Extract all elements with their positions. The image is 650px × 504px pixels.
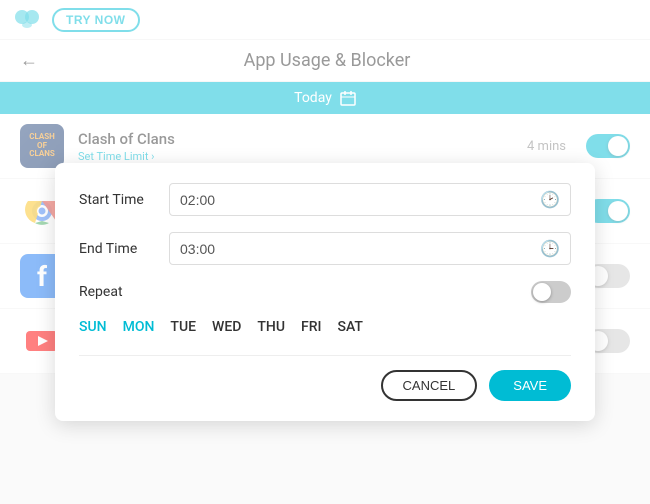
- cancel-button[interactable]: CANCEL: [381, 370, 478, 401]
- repeat-toggle[interactable]: [531, 281, 571, 303]
- time-limit-modal: Start Time 🕑 End Time 🕒 Repeat SUN MON T…: [55, 163, 595, 421]
- day-wed[interactable]: WED: [212, 319, 241, 335]
- end-time-clock-icon[interactable]: 🕒: [540, 239, 560, 258]
- end-time-input[interactable]: [180, 241, 540, 257]
- end-time-label: End Time: [79, 241, 169, 257]
- start-time-clock-icon[interactable]: 🕑: [540, 190, 560, 209]
- repeat-label: Repeat: [79, 284, 531, 300]
- save-button[interactable]: SAVE: [489, 370, 571, 401]
- start-time-input[interactable]: [180, 192, 540, 208]
- end-time-input-wrap[interactable]: 🕒: [169, 232, 571, 265]
- start-time-row: Start Time 🕑: [79, 183, 571, 216]
- day-fri[interactable]: FRI: [301, 319, 322, 335]
- start-time-input-wrap[interactable]: 🕑: [169, 183, 571, 216]
- modal-actions: CANCEL SAVE: [79, 355, 571, 401]
- end-time-row: End Time 🕒: [79, 232, 571, 265]
- modal-overlay: Start Time 🕑 End Time 🕒 Repeat SUN MON T…: [0, 0, 650, 504]
- days-row: SUN MON TUE WED THU FRI SAT: [79, 319, 571, 335]
- day-mon[interactable]: MON: [123, 319, 155, 335]
- day-sat[interactable]: SAT: [338, 319, 363, 335]
- day-tue[interactable]: TUE: [170, 319, 196, 335]
- day-sun[interactable]: SUN: [79, 319, 107, 335]
- day-thu[interactable]: THU: [257, 319, 285, 335]
- repeat-row: Repeat: [79, 281, 571, 303]
- start-time-label: Start Time: [79, 192, 169, 208]
